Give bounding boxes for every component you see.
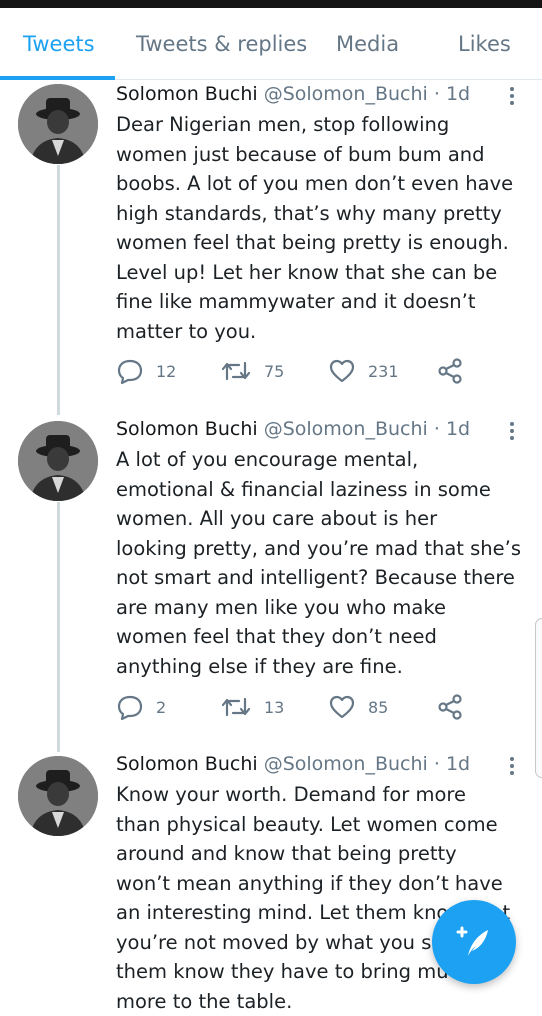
tweet-text-line: high standards, that’s why many pretty	[116, 199, 531, 229]
tweet-actions: 2 13 85	[116, 692, 536, 722]
tweet-text-line: boobs. A lot of you men don’t even have	[116, 169, 531, 199]
share-icon	[436, 693, 464, 721]
tweet-text-line: matter to you.	[116, 317, 531, 347]
tweet-header: Solomon Buchi @Solomon_Buchi · 1d	[116, 752, 470, 776]
avatar[interactable]	[18, 421, 98, 501]
tweet-text-line: fine like mammywater and it doesn’t	[116, 287, 531, 317]
tweet-text: Dear Nigerian men, stop following women …	[116, 110, 531, 346]
reply-icon	[116, 357, 144, 385]
author-name[interactable]: Solomon Buchi	[116, 753, 258, 775]
tweet-header: Solomon Buchi @Solomon_Buchi · 1d	[116, 82, 470, 106]
author-handle[interactable]: @Solomon_Buchi	[264, 83, 428, 105]
retweet-button[interactable]: 75	[220, 356, 284, 386]
tweet-text-line: women feel that they don’t need	[116, 622, 531, 652]
avatar[interactable]	[18, 756, 98, 836]
tweet-text: A lot of you encourage mental, emotional…	[116, 445, 531, 681]
like-button[interactable]: 85	[328, 692, 388, 722]
tweet-text-line: are many men like you who make	[116, 593, 531, 623]
author-handle[interactable]: @Solomon_Buchi	[264, 418, 428, 440]
tweet-time: · 1d	[434, 418, 470, 440]
reply-count: 12	[156, 362, 176, 381]
tweet-text-line: women. All you care about is her	[116, 504, 531, 534]
tweet-text-line: looking pretty, and you’re mad that she’…	[116, 534, 531, 564]
retweet-button[interactable]: 13	[220, 692, 284, 722]
scroll-handle[interactable]	[535, 618, 542, 778]
tab-likes[interactable]: Likes	[458, 32, 511, 56]
retweet-count: 75	[264, 362, 284, 381]
share-icon	[436, 357, 464, 385]
retweet-icon	[220, 693, 252, 721]
tab-tweets[interactable]: Tweets	[23, 32, 95, 56]
author-handle[interactable]: @Solomon_Buchi	[264, 753, 428, 775]
retweet-count: 13	[264, 698, 284, 717]
more-icon[interactable]	[505, 754, 519, 778]
tweet-text-line: women feel that being pretty is enough.	[116, 228, 531, 258]
tweet-text-line: anything else if they are fine.	[116, 652, 531, 682]
more-icon[interactable]	[505, 419, 519, 443]
author-name[interactable]: Solomon Buchi	[116, 83, 258, 105]
reply-button[interactable]: 2	[116, 692, 166, 722]
tweet-time: · 1d	[434, 83, 470, 105]
tweet-text-line: Dear Nigerian men, stop following	[116, 110, 531, 140]
reply-count: 2	[156, 698, 166, 717]
like-icon	[328, 357, 356, 385]
tweet-text-line: won’t mean anything if they don’t have	[116, 869, 531, 899]
tweet-header: Solomon Buchi @Solomon_Buchi · 1d	[116, 417, 470, 441]
reply-button[interactable]: 12	[116, 356, 176, 386]
thread-connector	[57, 502, 60, 752]
tweet-text-line: Level up! Let her know that she can be	[116, 258, 531, 288]
like-button[interactable]: 231	[328, 356, 399, 386]
tweet-text-line: A lot of you encourage mental,	[116, 445, 531, 475]
active-tab-indicator	[0, 76, 115, 80]
retweet-icon	[220, 357, 252, 385]
tweet-text-line: more to the table.	[116, 987, 531, 1016]
more-icon[interactable]	[505, 84, 519, 108]
status-bar	[0, 0, 542, 8]
share-button[interactable]	[436, 356, 464, 386]
tweet-actions: 12 75 231	[116, 356, 536, 386]
author-name[interactable]: Solomon Buchi	[116, 418, 258, 440]
avatar[interactable]	[18, 84, 98, 164]
tweet-text-line: women just because of bum bum and	[116, 140, 531, 170]
compose-tweet-button[interactable]	[432, 900, 516, 984]
like-count: 231	[368, 362, 399, 381]
thread-connector	[57, 165, 60, 415]
tweet-text-line: not smart and intelligent? Because there	[116, 563, 531, 593]
tweet-text-line: emotional & financial laziness in some	[116, 475, 531, 505]
like-count: 85	[368, 698, 388, 717]
tweet-text-line: Know your worth. Demand for more	[116, 780, 531, 810]
like-icon	[328, 693, 356, 721]
reply-icon	[116, 693, 144, 721]
tweet-time: · 1d	[434, 753, 470, 775]
share-button[interactable]	[436, 692, 464, 722]
tab-media[interactable]: Media	[336, 32, 399, 56]
tweet-text-line: than physical beauty. Let women come	[116, 810, 531, 840]
tab-tweets-and-replies[interactable]: Tweets & replies	[136, 32, 307, 56]
profile-tabs: Tweets Tweets & replies Media Likes	[0, 8, 542, 80]
tweet-text-line: around and know that being pretty	[116, 839, 531, 869]
